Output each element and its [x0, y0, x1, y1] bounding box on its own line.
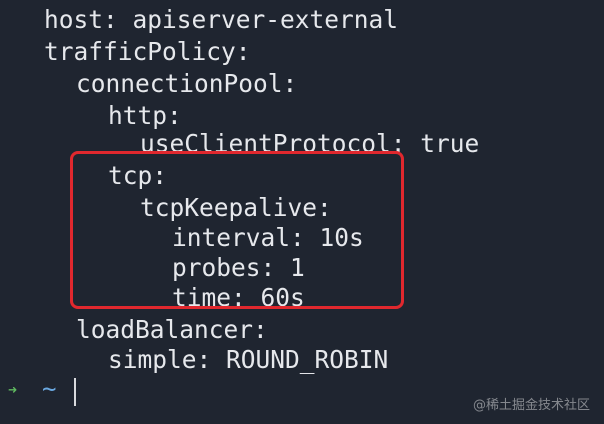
yaml-line-host: host: apiserver-external: [44, 5, 399, 34]
prompt-directory: ~: [42, 375, 57, 403]
text-cursor[interactable]: [74, 378, 76, 406]
watermark: @稀土掘金技术社区: [472, 398, 590, 413]
yaml-line-trafficpolicy: trafficPolicy:: [44, 37, 251, 66]
yaml-line-connectionpool: connectionPool:: [76, 69, 298, 98]
yaml-line-simple: simple: ROUND_ROBIN: [108, 345, 389, 374]
tcp-highlight-box: [70, 151, 404, 309]
terminal-window[interactable]: host: apiserver-external trafficPolicy: …: [0, 0, 604, 424]
yaml-line-loadbalancer: loadBalancer:: [76, 315, 268, 344]
prompt-arrow-icon: ➜: [8, 381, 18, 399]
